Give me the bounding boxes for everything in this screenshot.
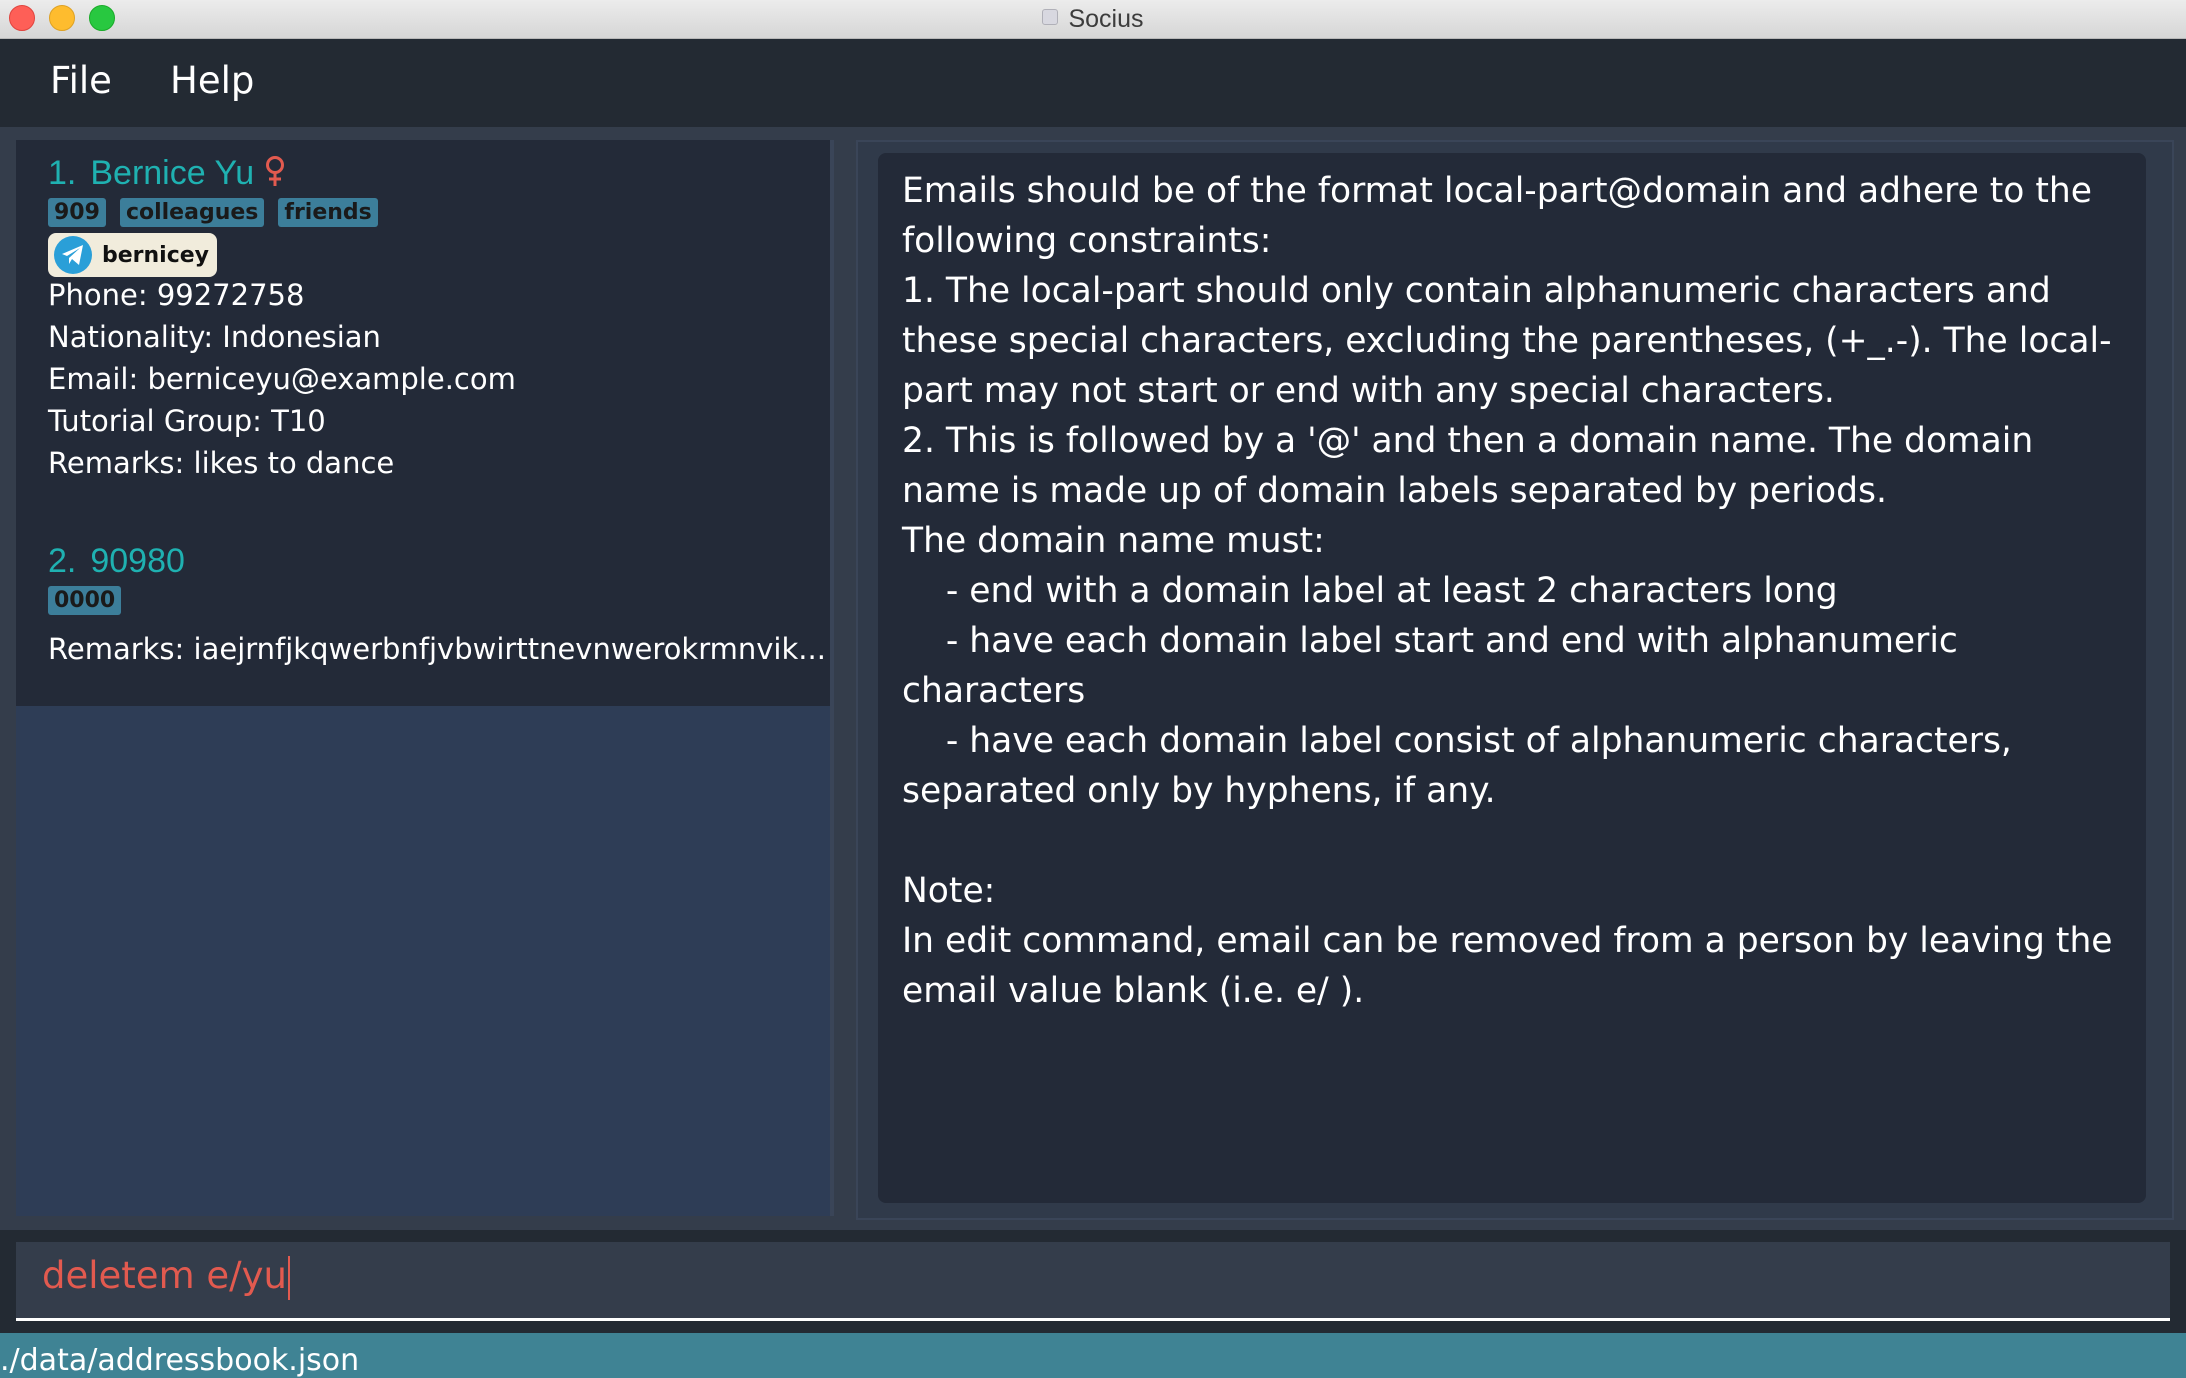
person-index: 2. <box>48 542 77 580</box>
menu-file[interactable]: File <box>50 59 112 102</box>
person-card[interactable]: 2. 90980 0000 Remarks: iaejrnfjkqwerbnfjv… <box>16 528 830 706</box>
status-bar: ./data/addressbook.json <box>0 1333 2186 1378</box>
result-display-text: Emails should be of the format local-par… <box>902 171 2113 1011</box>
command-value: deletem e/yu <box>42 1254 287 1297</box>
female-icon <box>264 154 286 197</box>
person-list-panel[interactable]: 1. Bernice Yu 909 colleagues friends bern… <box>16 140 834 1216</box>
person-remarks: Remarks: likes to dance <box>48 446 395 480</box>
menu-help[interactable]: Help <box>170 59 254 102</box>
command-input[interactable] <box>16 1242 2170 1321</box>
text-caret <box>287 1255 290 1300</box>
telegram-badge[interactable]: bernicey <box>48 233 218 277</box>
window-title: Socius <box>1068 5 1144 33</box>
window-titlebar: Socius <box>0 0 2186 39</box>
tag: friends <box>278 198 378 227</box>
telegram-handle: bernicey <box>102 242 210 268</box>
telegram-icon <box>54 236 92 274</box>
command-input-text[interactable]: deletem e/yu <box>42 1254 290 1300</box>
person-tutorial-group: Tutorial Group: T10 <box>48 404 326 438</box>
tag-list: 0000 <box>48 586 122 615</box>
person-remarks: Remarks: iaejrnfjkqwerbnfjvbwirttnevnwer… <box>48 632 826 666</box>
person-name: 2. 90980 <box>48 542 185 581</box>
person-name-text: Bernice Yu <box>90 154 255 192</box>
person-name: 1. Bernice Yu <box>48 154 286 197</box>
window-title-wrap: Socius <box>0 0 2186 38</box>
app-icon <box>1042 9 1059 25</box>
menu-bar: File Help <box>0 39 2186 127</box>
tag-list: 909 colleagues friends <box>48 198 378 227</box>
tag: colleagues <box>119 198 265 227</box>
save-file-path: ./data/addressbook.json <box>0 1343 360 1378</box>
person-phone: Phone: 99272758 <box>48 278 305 312</box>
tag: 909 <box>48 198 106 227</box>
tag: 0000 <box>48 586 122 615</box>
person-nationality: Nationality: Indonesian <box>48 320 381 354</box>
person-index: 1. <box>48 154 77 192</box>
person-name-text: 90980 <box>90 542 185 580</box>
person-card[interactable]: 1. Bernice Yu 909 colleagues friends bern… <box>16 140 830 528</box>
person-email: Email: berniceyu@example.com <box>48 362 516 396</box>
